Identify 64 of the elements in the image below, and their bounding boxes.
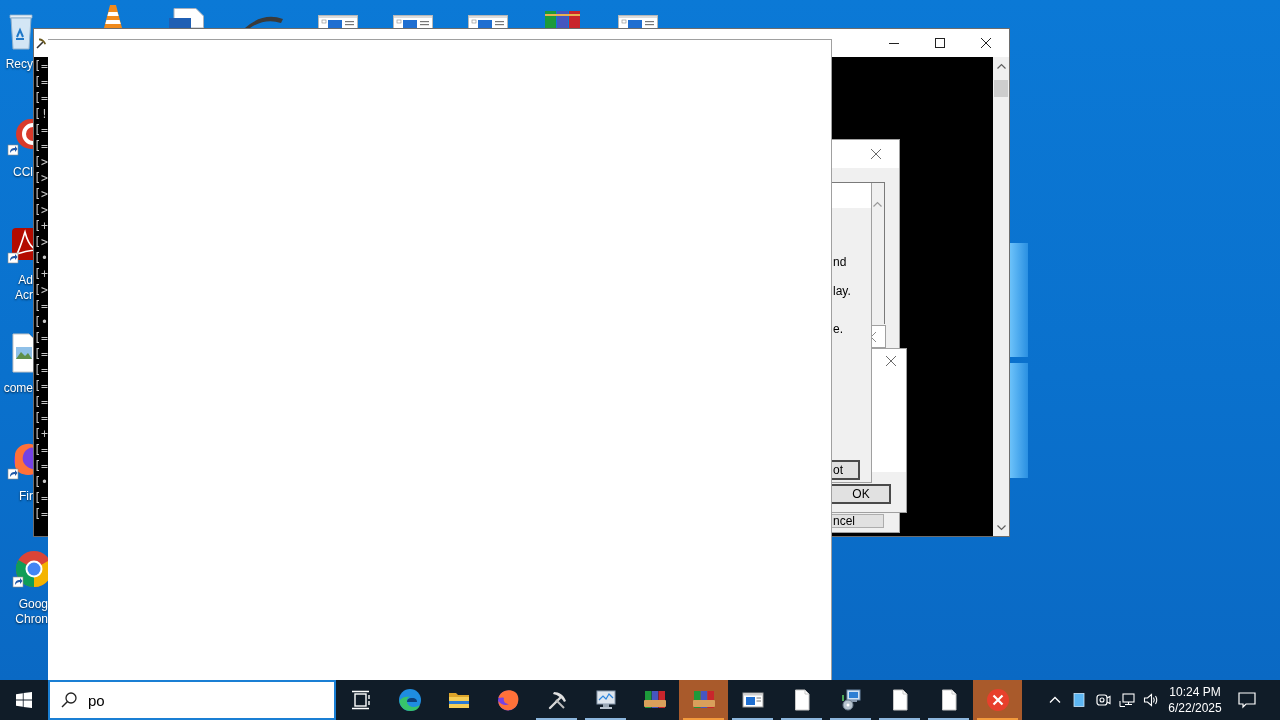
console-line: [> (34, 234, 48, 250)
clock[interactable]: 10:24 PM 6/22/2025 (1163, 680, 1227, 720)
maximize-icon (935, 38, 945, 48)
console-line: [• (34, 474, 48, 490)
console-line: [= (34, 378, 48, 394)
console-line: [= (34, 394, 48, 410)
console-line: [• (34, 250, 48, 266)
desktop-item[interactable]: come (0, 332, 33, 396)
search-icon (61, 692, 77, 708)
notification-icon (1237, 690, 1257, 710)
console-line: [= (34, 122, 48, 138)
globe-logo-icon (495, 688, 520, 712)
console-line: [+ (34, 266, 48, 282)
console-line: [• (34, 314, 48, 330)
console-line: [> (34, 186, 48, 202)
volume-icon (1143, 692, 1159, 708)
console-line: [= (34, 458, 48, 474)
close-icon (981, 38, 991, 48)
dialog-button[interactable]: ncel (832, 514, 884, 528)
console-line: [= (34, 506, 48, 522)
error-icon (985, 688, 1010, 712)
window-icon[interactable] (617, 15, 658, 28)
window-icon[interactable] (392, 15, 433, 28)
chevron-up-icon[interactable] (996, 62, 1006, 69)
console-line: [> (34, 170, 48, 186)
monitor-icon (593, 688, 618, 712)
console-line: [= (34, 490, 48, 506)
console-line: [= (34, 90, 48, 106)
console-line: [= (34, 138, 48, 154)
task-view-icon (349, 689, 372, 711)
search-field[interactable]: po (48, 680, 336, 720)
close-icon (871, 149, 881, 159)
close-icon (886, 356, 896, 366)
dialog-button[interactable]: ot (832, 460, 860, 480)
books-icon[interactable] (543, 10, 582, 28)
wave-logo-icon (397, 688, 422, 712)
dialog-button[interactable]: OK (832, 484, 891, 504)
camera-icon (1095, 692, 1111, 708)
dialog-text: nd (833, 255, 847, 269)
pickaxe-icon (35, 37, 47, 49)
console-line: [> (34, 154, 48, 170)
console-line: [= (34, 298, 48, 314)
windows-logo-icon (16, 692, 32, 708)
console-line: [> (34, 282, 48, 298)
console-line: [= (34, 74, 48, 90)
console-line: [= (34, 58, 48, 74)
console-line: [! (34, 106, 48, 122)
console-line: [= (34, 362, 48, 378)
console-line: [> (34, 202, 48, 218)
chevron-down-icon[interactable] (996, 524, 1006, 531)
console-line: [= (34, 410, 48, 426)
window-icon[interactable] (467, 15, 508, 28)
window-icon[interactable] (317, 15, 358, 28)
desktop-item[interactable]: Recy (0, 8, 33, 72)
console-line: [= (34, 346, 48, 362)
console-line: [+ (34, 426, 48, 442)
dialog-text: e. (833, 322, 843, 336)
console-line: [+ (34, 218, 48, 234)
dialog-text: lay. (833, 284, 851, 298)
network-icon (1119, 692, 1135, 708)
console-line: [= (34, 330, 48, 346)
scrollbar-thumb[interactable] (994, 80, 1008, 97)
console-line: [= (34, 442, 48, 458)
tile-icon (1071, 692, 1087, 708)
